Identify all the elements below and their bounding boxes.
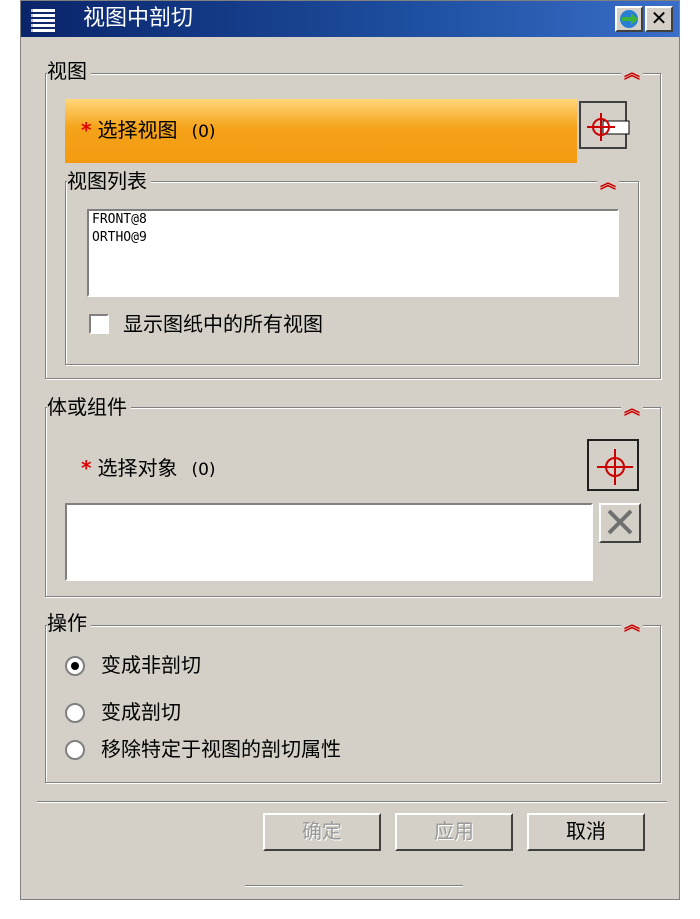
radio-make-non-sectioned[interactable]	[65, 656, 85, 676]
help-button[interactable]	[615, 6, 643, 32]
ok-button[interactable]: 确定	[263, 813, 381, 851]
operation-group-title: 操作	[47, 611, 91, 635]
view-list-collapse-icon[interactable]: ︽	[597, 175, 619, 195]
view-group-title: 视图	[47, 59, 91, 83]
option-remove-view-specific-label: 移除特定于视图的剖切属性	[101, 737, 341, 761]
show-all-views-label: 显示图纸中的所有视图	[123, 312, 323, 336]
radio-make-sectioned[interactable]	[65, 703, 85, 723]
window-title: 视图中剖切	[83, 6, 194, 31]
resize-grip[interactable]	[245, 885, 463, 887]
view-list-title: 视图列表	[67, 169, 151, 193]
remove-x-icon	[607, 509, 633, 535]
option-make-non-sectioned-label: 变成非剖切	[101, 653, 201, 677]
list-item[interactable]: FRONT@8	[89, 211, 617, 229]
remove-button[interactable]	[599, 503, 641, 543]
view-list-box[interactable]: FRONT@8 ORTHO@9	[87, 209, 619, 297]
show-all-views-checkbox[interactable]	[89, 314, 109, 334]
radio-remove-view-specific[interactable]	[65, 740, 85, 760]
crosshair-icon	[597, 449, 633, 485]
divider	[37, 801, 667, 803]
close-button[interactable]: ✕	[645, 6, 673, 32]
option-make-sectioned-label: 变成剖切	[101, 700, 181, 724]
help-arrow-icon	[620, 10, 638, 28]
select-object-button[interactable]	[587, 439, 639, 491]
select-view-button[interactable]	[579, 101, 630, 149]
cancel-button[interactable]: 取消	[527, 813, 645, 851]
dialog-window: 视图中剖切 ✕ 视图 ︽ * 选择视图 (0) 视图列表 ︽ FRONT@8 ORT…	[20, 0, 680, 900]
title-bar[interactable]: 视图中剖切 ✕	[21, 1, 679, 37]
select-view-label: * 选择视图 (0)	[81, 118, 216, 142]
object-list-box[interactable]	[65, 503, 593, 581]
operation-group-collapse-icon[interactable]: ︽	[621, 617, 643, 637]
apply-button[interactable]: 应用	[395, 813, 513, 851]
list-item[interactable]: ORTHO@9	[89, 229, 617, 247]
select-object-label: * 选择对象 (0)	[81, 456, 216, 480]
window-menu-icon[interactable]	[31, 7, 55, 32]
view-group-collapse-icon[interactable]: ︽	[621, 65, 643, 85]
body-group-title: 体或组件	[47, 395, 131, 419]
crosshair-icon	[587, 113, 630, 141]
body-group-collapse-icon[interactable]: ︽	[621, 401, 643, 421]
